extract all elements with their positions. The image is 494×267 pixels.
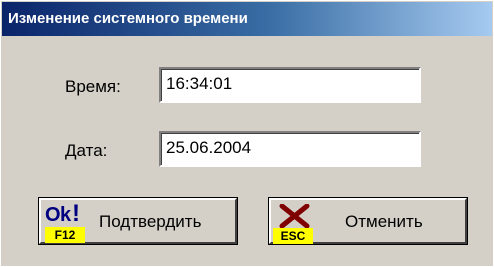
date-label: Дата:: [65, 141, 108, 160]
system-time-dialog: Изменение системного времени Время: 16:3…: [0, 0, 494, 267]
cancel-button-label: Отменить: [345, 212, 423, 231]
time-label: Время:: [65, 77, 121, 96]
ok-icon: Ok ! F12: [45, 200, 89, 244]
cancel-x-icon: ESC: [273, 203, 319, 244]
esc-key-badge: ESC: [273, 228, 313, 244]
time-field[interactable]: 16:34:01: [159, 67, 421, 103]
exclamation-icon: !: [72, 200, 80, 227]
confirm-button-label: Подтвердить: [99, 212, 202, 231]
x-mark-icon: [279, 203, 310, 229]
f12-key-badge: F12: [45, 227, 85, 243]
cancel-button[interactable]: ESC Отменить: [268, 197, 468, 245]
date-field[interactable]: 25.06.2004: [159, 131, 421, 167]
confirm-button[interactable]: Ok ! F12 Подтвердить: [38, 197, 238, 245]
dialog-title: Изменение системного времени: [2, 2, 492, 36]
ok-icon-text: Ok: [45, 204, 71, 226]
